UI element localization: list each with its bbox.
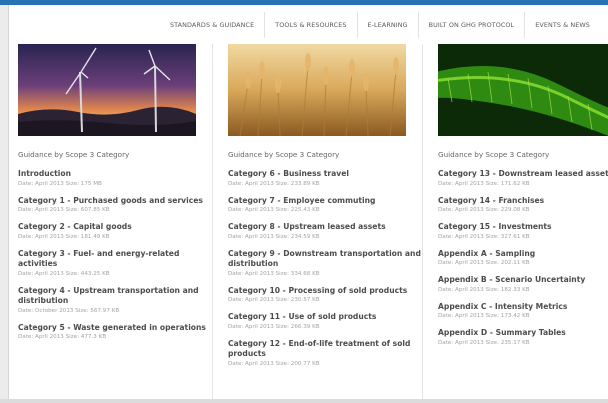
document-meta: Date: April 2013 Size: 202.11 KB [438, 260, 530, 266]
document-item: Category 4 - Upstream transportation and… [18, 286, 218, 315]
document-item: Appendix D - Summary Tables Date: April … [438, 328, 608, 347]
document-link[interactable]: Introduction [18, 169, 218, 180]
document-meta: Date: April 2013 Size: 171.62 KB [438, 180, 530, 187]
document-meta: Date: April 2013 Size: 230.57 KB [228, 297, 320, 303]
document-link[interactable]: Category 7 - Employee commuting [228, 196, 428, 207]
document-link[interactable]: Category 13 - Downstream leased assets [438, 169, 608, 180]
document-item: Category 14 - Franchises Date: April 201… [438, 196, 608, 215]
document-meta: Date: April 2013 Size: 175 MB [18, 180, 102, 187]
column-heading: Guidance by Scope 3 Category [228, 150, 340, 159]
document-meta: Date: April 2013 Size: 229.08 KB [438, 207, 530, 213]
document-link[interactable]: Category 15 - Investments [438, 222, 608, 233]
column-heading: Guidance by Scope 3 Category [18, 150, 130, 159]
document-item: Category 11 - Use of sold products Date:… [228, 312, 428, 331]
nav-built-on-ghg-protocol[interactable]: BUILT ON GHG PROTOCOL [417, 12, 525, 38]
document-meta: Date: October 2013 Size: 567.97 KB [18, 307, 120, 314]
document-meta: Date: April 2013 Size: 477.3 KB [18, 334, 107, 340]
bottom-edge [0, 399, 608, 403]
document-meta: Date: April 2013 Size: 607.85 KB [18, 207, 110, 213]
wheat-field-image [228, 44, 406, 136]
nav-e-learning[interactable]: E-LEARNING [356, 12, 418, 38]
document-item: Category 15 - Investments Date: April 20… [438, 222, 608, 241]
document-item: Category 13 - Downstream leased assets D… [438, 169, 608, 188]
main-navigation: STANDARDS & GUIDANCE TOOLS & RESOURCES E… [160, 12, 608, 38]
document-link[interactable]: Appendix D - Summary Tables [438, 328, 608, 339]
wind-turbines-image [18, 44, 196, 136]
green-leaf-image [438, 44, 608, 136]
nav-standards-guidance[interactable]: STANDARDS & GUIDANCE [160, 12, 264, 38]
document-meta: Date: April 2013 Size: 334.68 KB [228, 270, 320, 277]
document-item: Appendix A - Sampling Date: April 2013 S… [438, 249, 608, 268]
document-link[interactable]: Category 11 - Use of sold products [228, 312, 428, 323]
document-meta: Date: April 2013 Size: 234.59 KB [228, 233, 320, 240]
document-link[interactable]: Category 3 - Fuel- and energy-related ac… [18, 249, 218, 270]
document-link[interactable]: Category 10 - Processing of sold product… [228, 286, 428, 297]
document-meta: Date: April 2013 Size: 233.89 KB [228, 180, 320, 187]
document-meta: Date: April 2013 Size: 182.33 KB [438, 286, 530, 293]
document-meta: Date: April 2013 Size: 235.17 KB [438, 339, 530, 346]
document-item: Category 7 - Employee commuting Date: Ap… [228, 196, 428, 215]
document-item: Introduction Date: April 2013 Size: 175 … [18, 169, 218, 188]
document-item: Category 12 - End-of-life treatment of s… [228, 339, 428, 368]
document-item: Category 8 - Upstream leased assets Date… [228, 222, 428, 241]
document-link[interactable]: Category 12 - End-of-life treatment of s… [228, 339, 428, 360]
document-item: Category 9 - Downstream transportation a… [228, 249, 428, 278]
guidance-column-1: Guidance by Scope 3 Category Introductio… [18, 44, 218, 349]
document-link[interactable]: Category 9 - Downstream transportation a… [228, 249, 428, 270]
column-heading: Guidance by Scope 3 Category [438, 150, 550, 159]
nav-events-news[interactable]: EVENTS & NEWS [524, 12, 600, 38]
document-link[interactable]: Category 6 - Business travel [228, 169, 428, 180]
top-accent-bar [0, 0, 608, 5]
document-item: Category 10 - Processing of sold product… [228, 286, 428, 305]
document-item: Appendix B - Scenario Uncertainty Date: … [438, 275, 608, 294]
document-meta: Date: April 2013 Size: 173.42 KB [438, 313, 530, 319]
document-meta: Date: April 2013 Size: 327.61 KB [438, 233, 530, 240]
document-link[interactable]: Category 4 - Upstream transportation and… [18, 286, 218, 307]
document-link[interactable]: Appendix B - Scenario Uncertainty [438, 275, 608, 286]
document-link[interactable]: Category 14 - Franchises [438, 196, 608, 207]
document-link[interactable]: Category 8 - Upstream leased assets [228, 222, 428, 233]
document-item: Appendix C - Intensity Metrics Date: Apr… [438, 302, 608, 321]
document-item: Category 1 - Purchased goods and service… [18, 196, 218, 215]
left-page-edge [0, 5, 9, 403]
document-meta: Date: April 2013 Size: 443.25 KB [18, 270, 110, 277]
document-link[interactable]: Appendix C - Intensity Metrics [438, 302, 608, 313]
guidance-column-3: Guidance by Scope 3 Category Category 13… [438, 44, 608, 355]
document-meta: Date: April 2013 Size: 181.49 KB [18, 233, 110, 240]
document-link[interactable]: Category 2 - Capital goods [18, 222, 218, 233]
guidance-column-2: Guidance by Scope 3 Category Category 6 … [228, 44, 428, 376]
document-meta: Date: April 2013 Size: 266.39 KB [228, 323, 320, 330]
document-link[interactable]: Appendix A - Sampling [438, 249, 608, 260]
document-meta: Date: April 2013 Size: 200.77 KB [228, 360, 320, 367]
document-item: Category 3 - Fuel- and energy-related ac… [18, 249, 218, 278]
document-meta: Date: April 2013 Size: 225.43 KB [228, 207, 320, 213]
document-item: Category 5 - Waste generated in operatio… [18, 323, 218, 342]
document-link[interactable]: Category 1 - Purchased goods and service… [18, 196, 218, 207]
nav-tools-resources[interactable]: TOOLS & RESOURCES [264, 12, 356, 38]
document-item: Category 6 - Business travel Date: April… [228, 169, 428, 188]
document-link[interactable]: Category 5 - Waste generated in operatio… [18, 323, 218, 334]
document-item: Category 2 - Capital goods Date: April 2… [18, 222, 218, 241]
